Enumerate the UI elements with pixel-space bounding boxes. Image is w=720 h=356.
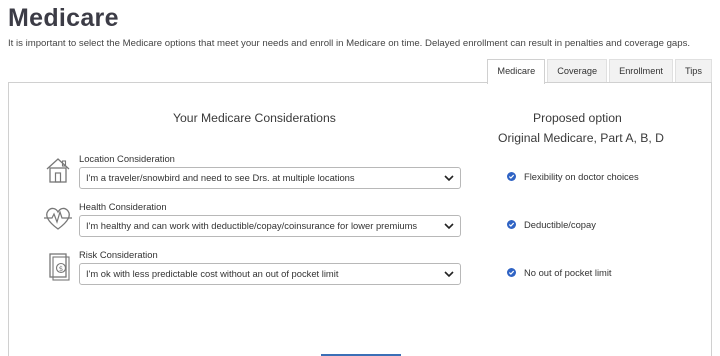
- check-circle-icon: [507, 172, 516, 181]
- check-circle-icon: [507, 268, 516, 277]
- health-consideration-row: Health Consideration I'm healthy and can…: [9, 201, 709, 249]
- location-consideration-row: Location Consideration I'm a traveler/sn…: [9, 153, 709, 201]
- check-circle-icon: [507, 220, 516, 229]
- tab-bar: Medicare Coverage Enrollment Tips: [485, 59, 712, 84]
- risk-consideration-row: $ Risk Consideration I'm ok with less pr…: [9, 249, 709, 297]
- heart-pulse-icon: [44, 207, 72, 230]
- health-consideration-value: I'm healthy and can work with deductible…: [86, 220, 418, 231]
- proposed-option: Original Medicare, Part A, B, D: [498, 131, 664, 145]
- chevron-down-icon: [444, 271, 454, 278]
- risk-benefit-text: No out of pocket limit: [524, 267, 612, 278]
- health-consideration-label: Health Consideration: [79, 201, 167, 212]
- health-benefit-text: Deductible/copay: [524, 219, 596, 230]
- document-dollar-icon: $: [49, 253, 70, 281]
- risk-consideration-select[interactable]: I'm ok with less predictable cost withou…: [79, 263, 461, 285]
- location-consideration-value: I'm a traveler/snowbird and need to see …: [86, 172, 355, 183]
- svg-text:$: $: [59, 265, 63, 273]
- location-benefit-text: Flexibility on doctor choices: [524, 171, 639, 182]
- location-consideration-label: Location Consideration: [79, 153, 175, 164]
- tab-medicare[interactable]: Medicare: [487, 59, 546, 84]
- location-benefit: Flexibility on doctor choices: [507, 171, 639, 182]
- health-benefit: Deductible/copay: [507, 219, 596, 230]
- tab-tips[interactable]: Tips: [674, 59, 712, 83]
- tab-coverage[interactable]: Coverage: [547, 59, 608, 83]
- considerations-heading: Your Medicare Considerations: [173, 111, 336, 125]
- chevron-down-icon: [444, 175, 454, 182]
- house-icon: [46, 158, 70, 183]
- chevron-down-icon: [444, 223, 454, 230]
- location-consideration-select[interactable]: I'm a traveler/snowbird and need to see …: [79, 167, 461, 189]
- intro-text: It is important to select the Medicare o…: [8, 38, 691, 49]
- risk-consideration-label: Risk Consideration: [79, 249, 158, 260]
- tab-enrollment[interactable]: Enrollment: [609, 59, 673, 83]
- considerations-panel: Your Medicare Considerations Proposed op…: [8, 82, 712, 356]
- page-title: Medicare: [8, 4, 119, 32]
- risk-benefit: No out of pocket limit: [507, 267, 612, 278]
- health-consideration-select[interactable]: I'm healthy and can work with deductible…: [79, 215, 461, 237]
- risk-consideration-value: I'm ok with less predictable cost withou…: [86, 268, 339, 279]
- proposed-heading: Proposed option: [533, 111, 622, 125]
